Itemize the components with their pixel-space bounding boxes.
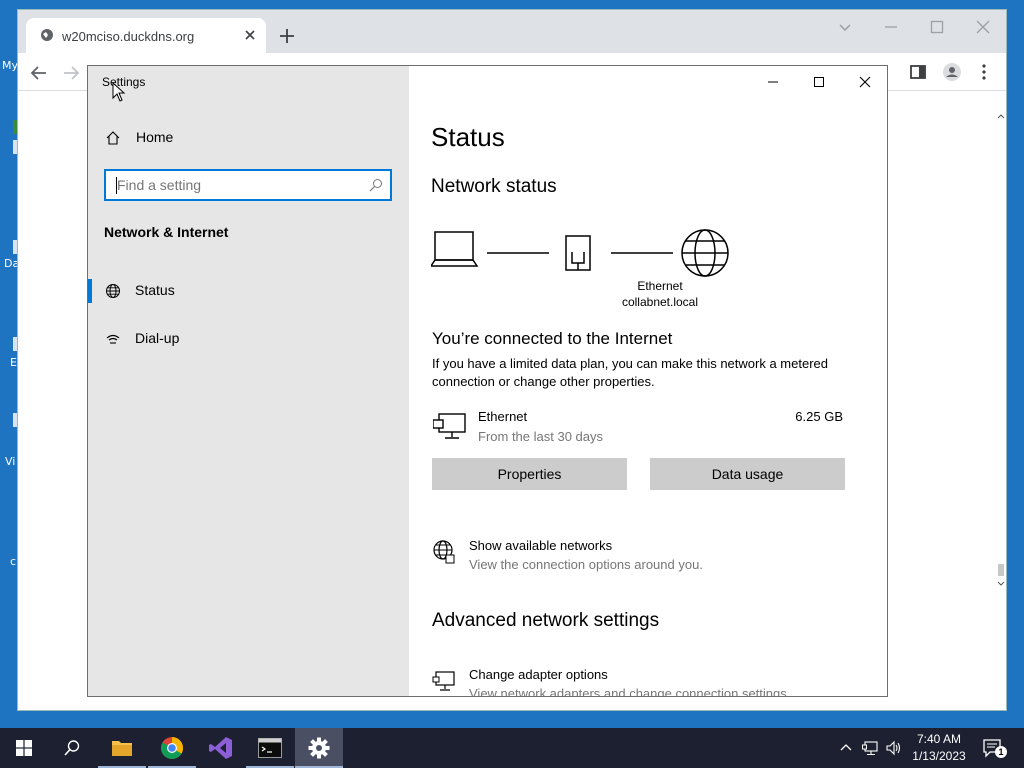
chrome-icon [161, 737, 183, 759]
search-placeholder: Find a setting [117, 177, 202, 193]
clock-date: 1/13/2023 [912, 749, 966, 763]
volume-icon[interactable] [886, 740, 902, 756]
search-icon [64, 740, 80, 756]
sidebar-item-label: Dial-up [135, 330, 180, 346]
visual-studio-icon [209, 737, 232, 759]
browser-tab-title: w20mciso.duckdns.org [62, 29, 195, 44]
sidebar-item-home[interactable]: Home [88, 118, 409, 158]
adapter-options-icon [432, 671, 455, 691]
browser-close-icon[interactable] [974, 18, 992, 36]
settings-taskbar-button[interactable] [295, 728, 343, 768]
desktop-icon-label-1: My [2, 59, 19, 72]
back-arrow-icon[interactable] [30, 64, 48, 82]
browser-tabstrip: w20mciso.duckdns.org [18, 10, 1006, 53]
sidebar-item-label: Home [136, 129, 174, 145]
adapter-period: From the last 30 days [478, 429, 603, 444]
properties-button[interactable]: Properties [432, 458, 627, 490]
globe-icon [106, 284, 120, 298]
browser-scrollbar[interactable] [996, 112, 1006, 590]
settings-content: Status Network status Ethernet collabnet… [409, 66, 887, 697]
show-available-networks-link[interactable]: Show available networks View the connect… [432, 538, 872, 578]
page-title: Status [431, 122, 505, 152]
dialup-icon [106, 334, 120, 344]
connection-status-title: You’re connected to the Internet [432, 329, 673, 348]
sidebar-item-dial-up[interactable]: Dial-up [88, 319, 409, 359]
globe-network-icon [433, 540, 455, 564]
adapter-name: Ethernet [478, 409, 528, 424]
link-subtitle: View the connection options around you. [469, 557, 703, 572]
chevron-up-icon[interactable] [838, 740, 854, 756]
active-indicator [88, 279, 92, 303]
globe-favicon-icon [41, 29, 53, 41]
settings-sidebar: Settings Home Find a setting Network & I… [88, 66, 409, 696]
advanced-settings-heading: Advanced network settings [432, 610, 660, 631]
link-title: Change adapter options [469, 667, 608, 682]
visual-studio-button[interactable] [197, 728, 245, 768]
change-adapter-options-link[interactable]: Change adapter options View network adap… [432, 667, 872, 697]
browser-maximize-icon[interactable] [928, 18, 946, 36]
tab-search-icon[interactable] [836, 18, 854, 36]
notification-center-button[interactable]: 1 [982, 738, 1007, 758]
link-title: Show available networks [469, 538, 613, 553]
terminal-icon [258, 738, 282, 758]
section-label: Network & Internet [104, 224, 229, 240]
desktop-icon-label-2: Da [4, 257, 20, 270]
mouse-cursor-icon [112, 82, 126, 102]
taskbar: 7:40 AM 1/13/2023 1 [0, 728, 1024, 768]
data-usage-amount: 6.25 GB [795, 409, 843, 424]
desktop-icon-label-5: c [10, 555, 17, 568]
start-button[interactable] [0, 728, 48, 768]
folder-icon [112, 741, 132, 756]
network-tray-icon[interactable] [862, 740, 878, 756]
network-diagram [431, 229, 729, 277]
profile-avatar-icon[interactable] [942, 62, 962, 82]
sidebar-item-status[interactable]: Status [88, 271, 409, 311]
forward-arrow-icon[interactable] [62, 64, 80, 82]
system-clock[interactable]: 7:40 AM 1/13/2023 [906, 731, 972, 765]
chrome-button[interactable] [148, 728, 196, 768]
home-icon [106, 131, 120, 145]
desktop-icon-label-3: E [10, 356, 17, 369]
search-button[interactable] [48, 728, 96, 768]
ethernet-adapter-icon [433, 413, 466, 439]
browser-minimize-icon[interactable] [882, 18, 900, 36]
clock-time: 7:40 AM [916, 732, 962, 746]
tab-close-icon[interactable] [242, 27, 258, 43]
network-status-heading: Network status [431, 176, 557, 197]
file-explorer-button[interactable] [98, 728, 146, 768]
search-input[interactable]: Find a setting [104, 169, 392, 201]
gear-icon [308, 737, 330, 759]
diagram-network-label: collabnet.local [621, 295, 699, 309]
connection-status-description: If you have a limited data plan, you can… [432, 356, 828, 389]
new-tab-icon[interactable] [278, 27, 296, 45]
search-icon[interactable] [369, 178, 383, 192]
sidebar-item-label: Status [135, 282, 175, 298]
ethernet-port-icon [565, 235, 591, 271]
notification-badge: 1 [995, 746, 1007, 758]
browser-tab[interactable]: w20mciso.duckdns.org [26, 18, 266, 53]
data-usage-button[interactable]: Data usage [650, 458, 845, 490]
internet-globe-icon [681, 229, 729, 277]
terminal-button[interactable] [246, 728, 294, 768]
settings-window: Settings Home Find a setting Network & I… [87, 65, 888, 697]
diagram-adapter-label: Ethernet [637, 279, 683, 293]
desktop-icon-label-4: Vi [5, 455, 16, 468]
browser-menu-icon[interactable] [974, 62, 994, 82]
link-subtitle: View network adapters and change connect… [469, 686, 791, 697]
laptop-icon [431, 231, 479, 267]
side-panel-icon[interactable] [908, 62, 928, 82]
windows-logo-icon [16, 740, 32, 756]
